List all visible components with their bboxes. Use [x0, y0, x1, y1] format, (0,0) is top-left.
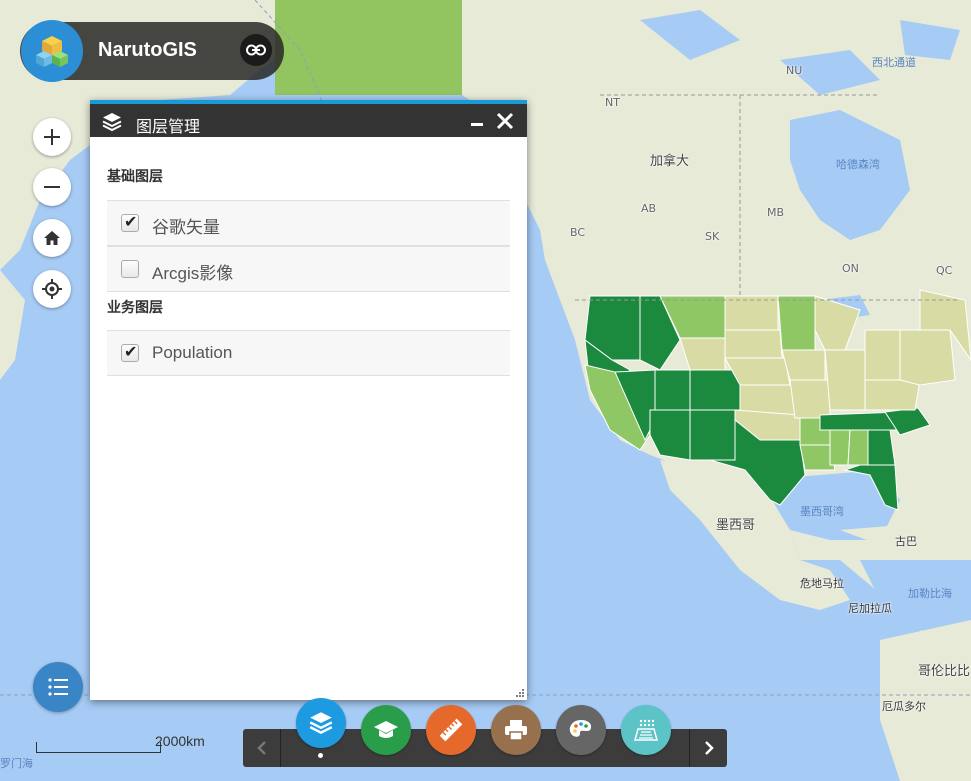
scale-bar — [36, 742, 161, 753]
palette-icon — [569, 720, 592, 737]
printer-icon — [505, 720, 527, 741]
crosshair-icon — [42, 279, 62, 299]
tool-tutorial-button[interactable] — [361, 705, 411, 755]
map-label-mexico: 墨西哥 — [716, 518, 756, 533]
layers-icon — [102, 113, 122, 132]
map-label-caribbean: 加勒比海 — [908, 587, 952, 600]
map-label-gulf-mexico: 墨西哥湾 — [800, 505, 844, 518]
close-icon — [496, 112, 514, 130]
map-label-bc: BC — [570, 226, 586, 239]
zoom-out-button[interactable] — [33, 168, 71, 206]
ruler-icon — [439, 718, 463, 742]
graduation-cap-icon — [374, 721, 398, 738]
layer-label: Population — [152, 343, 233, 362]
minimize-icon — [471, 123, 483, 126]
list-icon — [48, 678, 68, 696]
home-icon — [44, 231, 60, 245]
map-label-nt: NT — [605, 96, 620, 109]
panel-title: 图层管理 — [136, 117, 201, 136]
tool-style-button[interactable] — [556, 705, 606, 755]
chevron-left-icon — [256, 741, 266, 755]
map-label-ecuador: 厄瓜多尔 — [882, 700, 926, 713]
chevron-right-icon — [704, 741, 714, 755]
cubes-logo-icon — [36, 36, 68, 67]
layer-label: 谷歌矢量 — [152, 218, 220, 237]
map-label-on: ON — [842, 262, 859, 275]
map-label-nw-passage: 西北通道 — [872, 56, 916, 69]
checkmark-icon: ✔ — [124, 342, 138, 361]
map-label-canada: 加拿大 — [650, 154, 690, 169]
zoom-in-button[interactable] — [33, 118, 71, 156]
tool-layers-button[interactable] — [296, 698, 346, 748]
grid-icon — [634, 719, 658, 741]
minus-icon — [44, 186, 60, 188]
map-label-hudson-bay: 哈德森湾 — [836, 158, 880, 171]
active-tool-indicator — [318, 753, 323, 758]
map-label-nu: NU — [786, 64, 803, 77]
scale-label: 2000km — [155, 733, 205, 749]
link-button[interactable] — [240, 34, 272, 66]
layer-label: Arcgis影像 — [152, 264, 234, 283]
checkmark-icon: ✔ — [124, 212, 138, 231]
toolbar-prev-button[interactable] — [243, 729, 281, 767]
group-title-base: 基础图层 — [107, 169, 163, 185]
locate-button[interactable] — [33, 270, 71, 308]
map-label-ab: AB — [641, 202, 657, 215]
tool-print-button[interactable] — [491, 705, 541, 755]
app-logo — [21, 20, 83, 82]
map-label-sea-left: 罗门海 — [0, 757, 33, 770]
layer-row-arcgis-imagery[interactable]: Arcgis影像 — [107, 246, 510, 292]
tool-grid-button[interactable] — [621, 705, 671, 755]
plus-icon — [44, 129, 60, 145]
layer-row-google-vector[interactable]: ✔ 谷歌矢量 — [107, 200, 510, 246]
resize-handle-icon[interactable] — [515, 688, 525, 698]
layer-checkbox[interactable] — [121, 260, 139, 278]
layer-checkbox[interactable]: ✔ — [121, 212, 139, 232]
app-header: NarutoGIS — [20, 20, 284, 82]
map-label-sk: SK — [705, 230, 720, 243]
layer-row-population[interactable]: ✔ Population — [107, 330, 510, 376]
map-label-guatemala: 危地马拉 — [800, 577, 844, 590]
map-label-nicaragua: 尼加拉瓜 — [848, 602, 892, 615]
home-button[interactable] — [33, 219, 71, 257]
map-label-mb: MB — [767, 206, 785, 219]
minimize-button[interactable] — [467, 110, 487, 132]
panel-header: 图层管理 — [90, 100, 527, 137]
map-label-colombia: 哥伦比比 — [918, 664, 971, 679]
layer-checkbox[interactable]: ✔ — [121, 342, 139, 362]
app-title: NarutoGIS — [98, 39, 197, 61]
link-icon — [246, 44, 266, 56]
layer-manager-panel: 图层管理 基础图层 ✔ 谷歌矢量 Arcgis影像 业务图层 ✔ Populat… — [90, 100, 527, 700]
map-label-cuba: 古巴 — [895, 535, 917, 548]
close-button[interactable] — [494, 110, 516, 132]
map-label-qc: QC — [936, 264, 953, 277]
tool-measure-button[interactable] — [426, 705, 476, 755]
layers-icon — [309, 712, 333, 734]
toolbar-next-button[interactable] — [689, 729, 727, 767]
widget-list-button[interactable] — [33, 662, 83, 712]
group-title-business: 业务图层 — [107, 300, 163, 316]
